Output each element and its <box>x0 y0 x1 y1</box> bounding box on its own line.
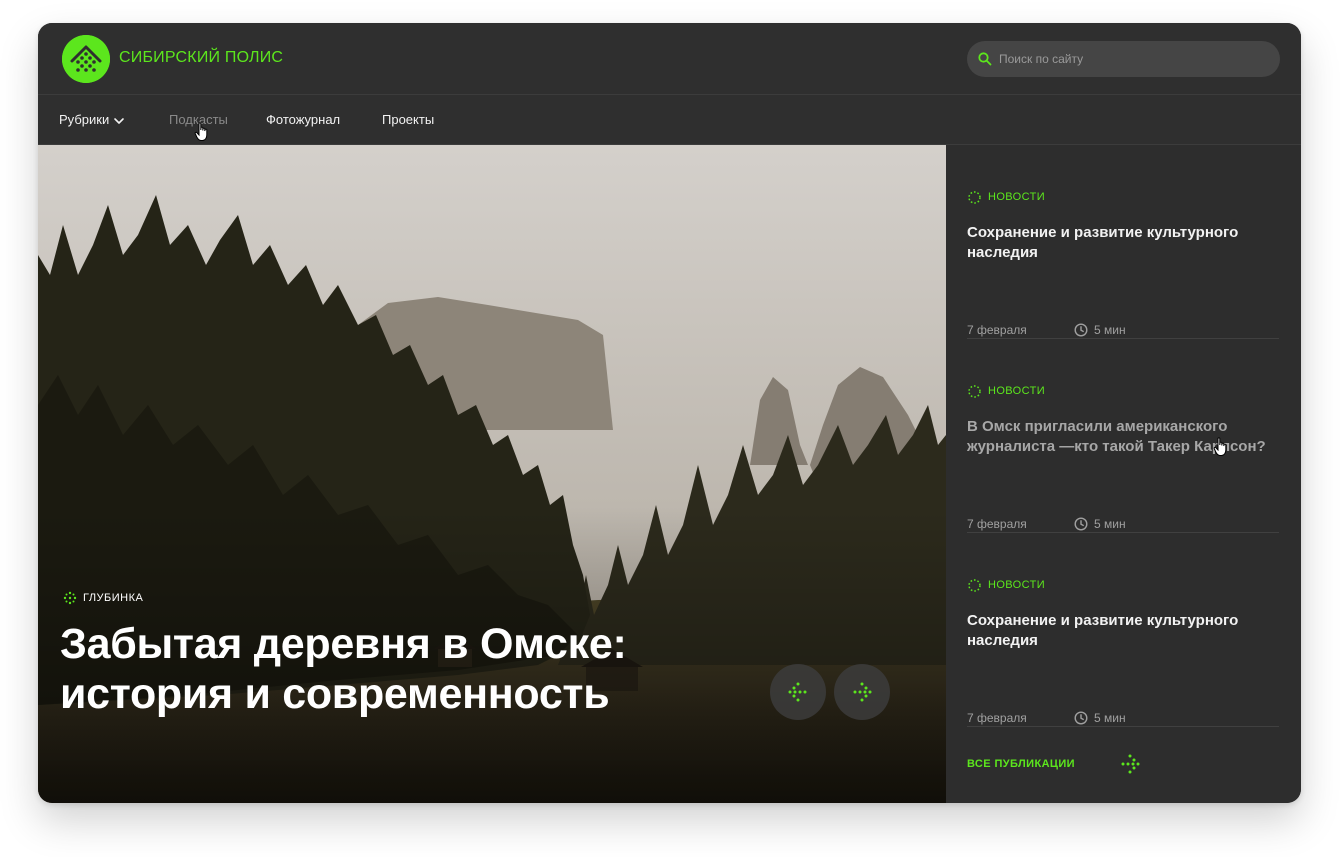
news-meta: 7 февраля 5 мин <box>967 711 1126 725</box>
news-category[interactable]: НОВОСТИ <box>967 577 1279 593</box>
search-input[interactable] <box>999 41 1269 77</box>
arrow-left-icon <box>788 682 807 702</box>
clock-icon <box>1074 517 1088 531</box>
hero-category[interactable]: ГЛУБИНКА <box>63 591 143 605</box>
news-category-label: НОВОСТИ <box>988 191 1046 203</box>
hero-title[interactable]: Забытая деревня в Омске: история и совре… <box>60 619 740 719</box>
carousel-next-button[interactable] <box>834 664 890 720</box>
news-read-time-label: 5 мин <box>1094 711 1126 725</box>
news-item[interactable]: НОВОСТИ Сохранение и развитие культурног… <box>967 189 1279 339</box>
carousel-prev-button[interactable] <box>770 664 826 720</box>
arrow-right-icon <box>853 682 872 702</box>
news-date: 7 февраля <box>967 323 1027 337</box>
news-date: 7 февраля <box>967 517 1027 531</box>
news-read-time: 5 мин <box>1074 323 1126 337</box>
site-header: СИБИРСКИЙ ПОЛИС <box>38 23 1301 95</box>
search-box[interactable] <box>967 41 1280 77</box>
news-meta: 7 февраля 5 мин <box>967 323 1126 337</box>
news-category-label: НОВОСТИ <box>988 385 1046 397</box>
all-publications-link[interactable]: ВСЕ ПУБЛИКАЦИИ <box>967 758 1075 770</box>
news-title[interactable]: Сохранение и развитие культурного наслед… <box>967 223 1279 263</box>
arrow-right-icon[interactable] <box>1119 753 1141 775</box>
hero-slide[interactable]: ГЛУБИНКА Забытая деревня в Омске: истори… <box>38 145 946 803</box>
news-category[interactable]: НОВОСТИ <box>967 189 1279 205</box>
clock-icon <box>1074 711 1088 725</box>
news-meta: 7 февраля 5 мин <box>967 517 1126 531</box>
sparkle-icon <box>63 591 77 605</box>
cursor-hand-icon <box>194 122 208 141</box>
news-read-time-label: 5 мин <box>1094 323 1126 337</box>
nav-item-photojournal[interactable]: Фотожурнал <box>266 112 340 127</box>
news-item[interactable]: НОВОСТИ Сохранение и развитие культурног… <box>967 577 1279 727</box>
hero-category-label: ГЛУБИНКА <box>83 592 144 604</box>
news-read-time: 5 мин <box>1074 517 1126 531</box>
nav-item-label: Рубрики <box>59 112 110 127</box>
main-nav: Рубрики Подкасты Фотожурнал Проекты <box>38 95 1301 145</box>
clock-icon <box>1074 323 1088 337</box>
news-sidebar: НОВОСТИ Сохранение и развитие культурног… <box>946 145 1301 803</box>
news-category[interactable]: НОВОСТИ <box>967 383 1279 399</box>
news-item[interactable]: НОВОСТИ В Омск пригласили американского … <box>967 383 1279 533</box>
chevron-down-icon <box>114 117 125 124</box>
brand-name[interactable]: СИБИРСКИЙ ПОЛИС <box>119 49 283 67</box>
cursor-hand-icon <box>1213 437 1227 456</box>
dotted-circle-icon <box>968 190 981 204</box>
nav-item-projects[interactable]: Проекты <box>382 112 434 127</box>
news-category-label: НОВОСТИ <box>988 579 1046 591</box>
dotted-circle-icon <box>968 578 981 592</box>
nav-item-rubrics[interactable]: Рубрики <box>59 112 125 127</box>
logo-icon[interactable] <box>62 35 110 83</box>
news-read-time: 5 мин <box>1074 711 1126 725</box>
news-read-time-label: 5 мин <box>1094 517 1126 531</box>
news-title[interactable]: Сохранение и развитие культурного наслед… <box>967 611 1279 651</box>
app-window: СИБИРСКИЙ ПОЛИС Рубрики Подкасты Фотожур… <box>38 23 1301 803</box>
news-date: 7 февраля <box>967 711 1027 725</box>
search-icon <box>978 52 992 66</box>
dotted-circle-icon <box>968 384 981 398</box>
news-title[interactable]: В Омск пригласили американского журналис… <box>967 417 1279 457</box>
